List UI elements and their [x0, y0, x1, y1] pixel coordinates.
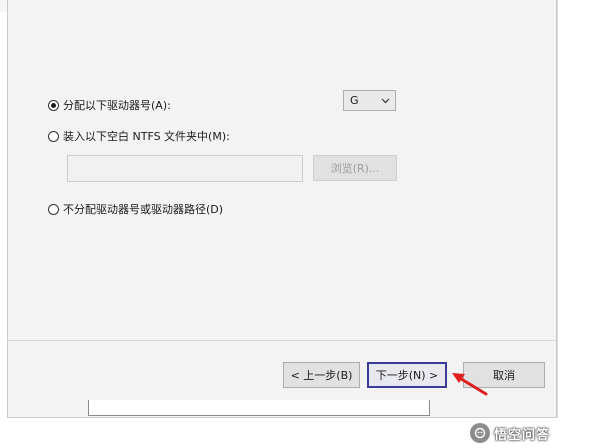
wukong-logo-icon: [470, 423, 490, 443]
arrow-icon: [452, 373, 488, 396]
mount-folder-radio[interactable]: [48, 130, 59, 142]
no-assign-option[interactable]: 不分配驱动器号或驱动器路径(D): [48, 201, 223, 217]
assign-letter-label: 分配以下驱动器号(A):: [63, 99, 171, 112]
assign-letter-option[interactable]: 分配以下驱动器号(A):: [48, 97, 171, 113]
prev-button[interactable]: < 上一步(B): [283, 362, 360, 388]
mount-folder-option[interactable]: 装入以下空白 NTFS 文件夹中(M):: [48, 128, 230, 144]
chevron-down-icon: [381, 98, 390, 103]
mount-folder-label: 装入以下空白 NTFS 文件夹中(M):: [63, 130, 230, 143]
no-assign-label: 不分配驱动器号或驱动器路径(D): [63, 203, 224, 216]
folder-path-input: [67, 155, 303, 182]
footer-divider: [7, 340, 557, 341]
assign-letter-radio[interactable]: [48, 99, 59, 111]
drive-letter-value: G: [350, 94, 359, 107]
browse-button: 浏览(R)...: [313, 155, 397, 181]
watermark-text: 悟空问答: [494, 427, 551, 443]
background-window-frame: [88, 400, 430, 416]
next-button[interactable]: 下一步(N) >: [367, 362, 447, 388]
watermark: 悟空问答: [470, 422, 550, 444]
drive-letter-select[interactable]: G: [343, 90, 396, 111]
background-window-edge: [557, 0, 600, 448]
no-assign-radio[interactable]: [48, 203, 59, 215]
